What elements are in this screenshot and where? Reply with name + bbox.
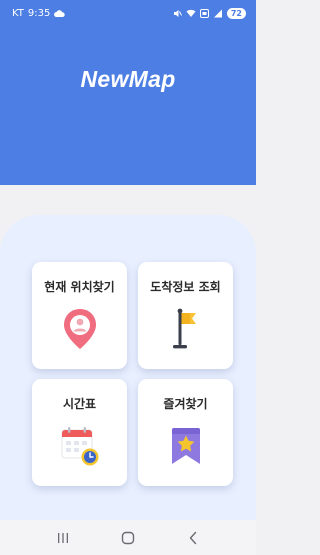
signal-icon [213, 9, 222, 17]
clock: 9:35 [27, 7, 51, 19]
battery-level: 72 [226, 7, 246, 19]
home-icon [121, 531, 135, 544]
wifi-icon [186, 9, 196, 17]
bookmark-star-icon [171, 428, 200, 464]
carrier-label: KT [12, 7, 24, 19]
mute-icon [173, 9, 182, 17]
cloud-icon [54, 9, 66, 17]
recents-button[interactable] [48, 526, 78, 550]
system-nav-bar [0, 520, 256, 555]
app-header: NewMap [0, 0, 256, 185]
timetable-card[interactable]: 시간표 [32, 379, 127, 486]
flag-icon [172, 308, 196, 349]
status-bar: KT 9:35 72 [0, 0, 256, 26]
back-icon [190, 531, 197, 544]
app-title: NewMap [80, 66, 176, 92]
back-button[interactable] [178, 526, 208, 550]
calendar-clock-icon [61, 427, 98, 466]
card-label: 시간표 [62, 397, 97, 411]
card-label: 도착정보 조회 [150, 280, 221, 294]
current-location-card[interactable]: 현재 위치찾기 [32, 262, 127, 369]
recents-icon [57, 532, 68, 543]
home-button[interactable] [113, 526, 143, 550]
location-pin-icon [63, 309, 96, 349]
favorites-card[interactable]: 즐겨찾기 [138, 379, 233, 486]
card-label: 현재 위치찾기 [44, 280, 115, 294]
card-label: 즐겨찾기 [163, 397, 208, 411]
lte-icon [199, 8, 209, 18]
arrival-info-card[interactable]: 도착정보 조회 [138, 262, 233, 369]
